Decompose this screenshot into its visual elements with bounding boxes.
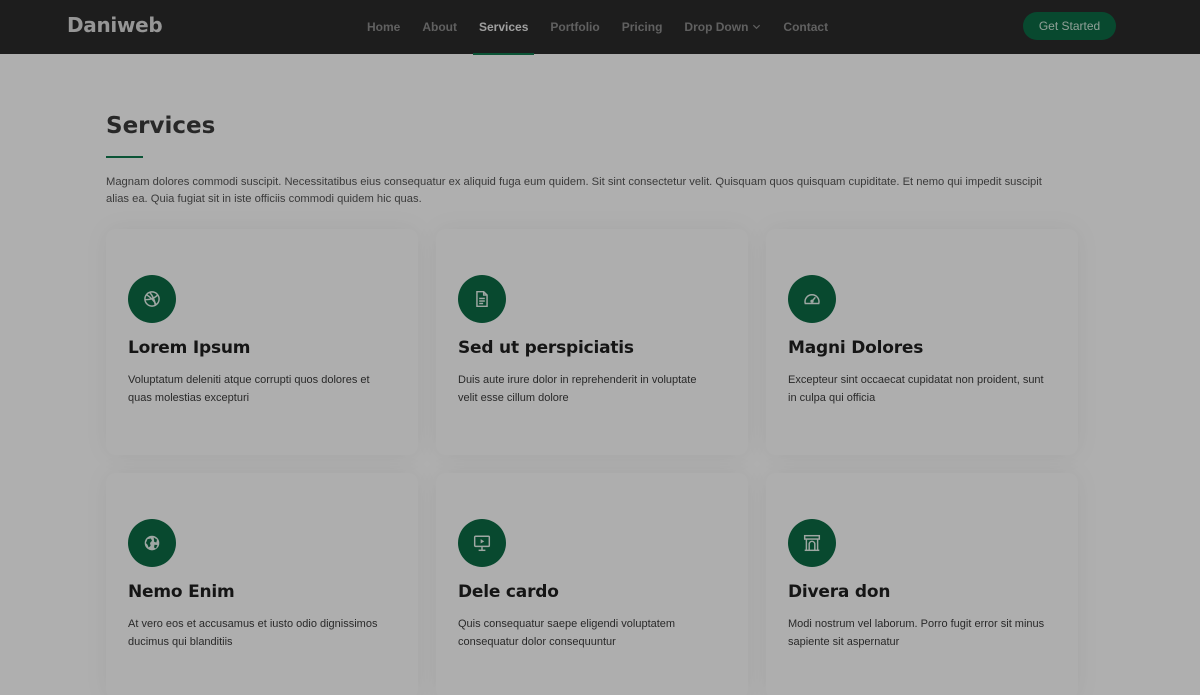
dribbble-icon bbox=[128, 275, 176, 323]
service-card[interactable]: Dele cardo Quis consequatur saepe eligen… bbox=[436, 473, 748, 695]
main-nav: Home About Services Portfolio Pricing Dr… bbox=[356, 0, 839, 55]
arch-icon bbox=[788, 519, 836, 567]
card-text: Voluptatum deleniti atque corrupti quos … bbox=[128, 374, 370, 404]
card-title: Nemo Enim bbox=[128, 582, 235, 602]
card-text: At vero eos et accusamus et iusto odio d… bbox=[128, 618, 378, 648]
card-text: Excepteur sint occaecat cupidatat non pr… bbox=[788, 374, 1044, 404]
speedometer-icon bbox=[788, 275, 836, 323]
get-started-button[interactable]: Get Started bbox=[1023, 12, 1116, 40]
card-text: Modi nostrum vel laborum. Porro fugit er… bbox=[788, 618, 1045, 648]
card-title: Magni Dolores bbox=[788, 338, 924, 358]
title-underline bbox=[106, 156, 143, 158]
section-description: Magnam dolores commodi suscipit. Necessi… bbox=[106, 176, 1042, 205]
card-text: Duis aute irure dolor in reprehenderit i… bbox=[458, 374, 697, 404]
service-card[interactable]: Nemo Enim At vero eos et accusamus et iu… bbox=[106, 473, 418, 695]
card-title: Lorem Ipsum bbox=[128, 338, 251, 358]
service-card[interactable]: Divera don Modi nostrum vel laborum. Por… bbox=[766, 473, 1078, 695]
section-title: Services bbox=[106, 113, 216, 139]
service-card[interactable]: Magni Dolores Excepteur sint occaecat cu… bbox=[766, 229, 1078, 455]
service-card[interactable]: Sed ut perspiciatis Duis aute irure dolo… bbox=[436, 229, 748, 455]
site-logo[interactable]: Daniweb bbox=[67, 13, 163, 37]
nav-item-services[interactable]: Services bbox=[468, 0, 539, 55]
card-title: Divera don bbox=[788, 582, 891, 602]
card-title: Dele cardo bbox=[458, 582, 559, 602]
file-text-icon bbox=[458, 275, 506, 323]
card-title: Sed ut perspiciatis bbox=[458, 338, 634, 358]
site-header: Daniweb Home About Services Portfolio Pr… bbox=[0, 0, 1200, 55]
nav-item-about[interactable]: About bbox=[411, 0, 468, 54]
globe-icon bbox=[128, 519, 176, 567]
service-card[interactable]: Lorem Ipsum Voluptatum deleniti atque co… bbox=[106, 229, 418, 455]
nav-item-contact[interactable]: Contact bbox=[772, 0, 839, 54]
card-text: Quis consequatur saepe eligendi voluptat… bbox=[458, 618, 676, 648]
presentation-icon bbox=[458, 519, 506, 567]
nav-item-home[interactable]: Home bbox=[356, 0, 411, 54]
nav-item-dropdown[interactable]: Drop Down bbox=[673, 0, 772, 54]
nav-item-pricing[interactable]: Pricing bbox=[611, 0, 674, 54]
nav-item-portfolio[interactable]: Portfolio bbox=[539, 0, 610, 54]
chevron-down-icon bbox=[752, 22, 761, 31]
